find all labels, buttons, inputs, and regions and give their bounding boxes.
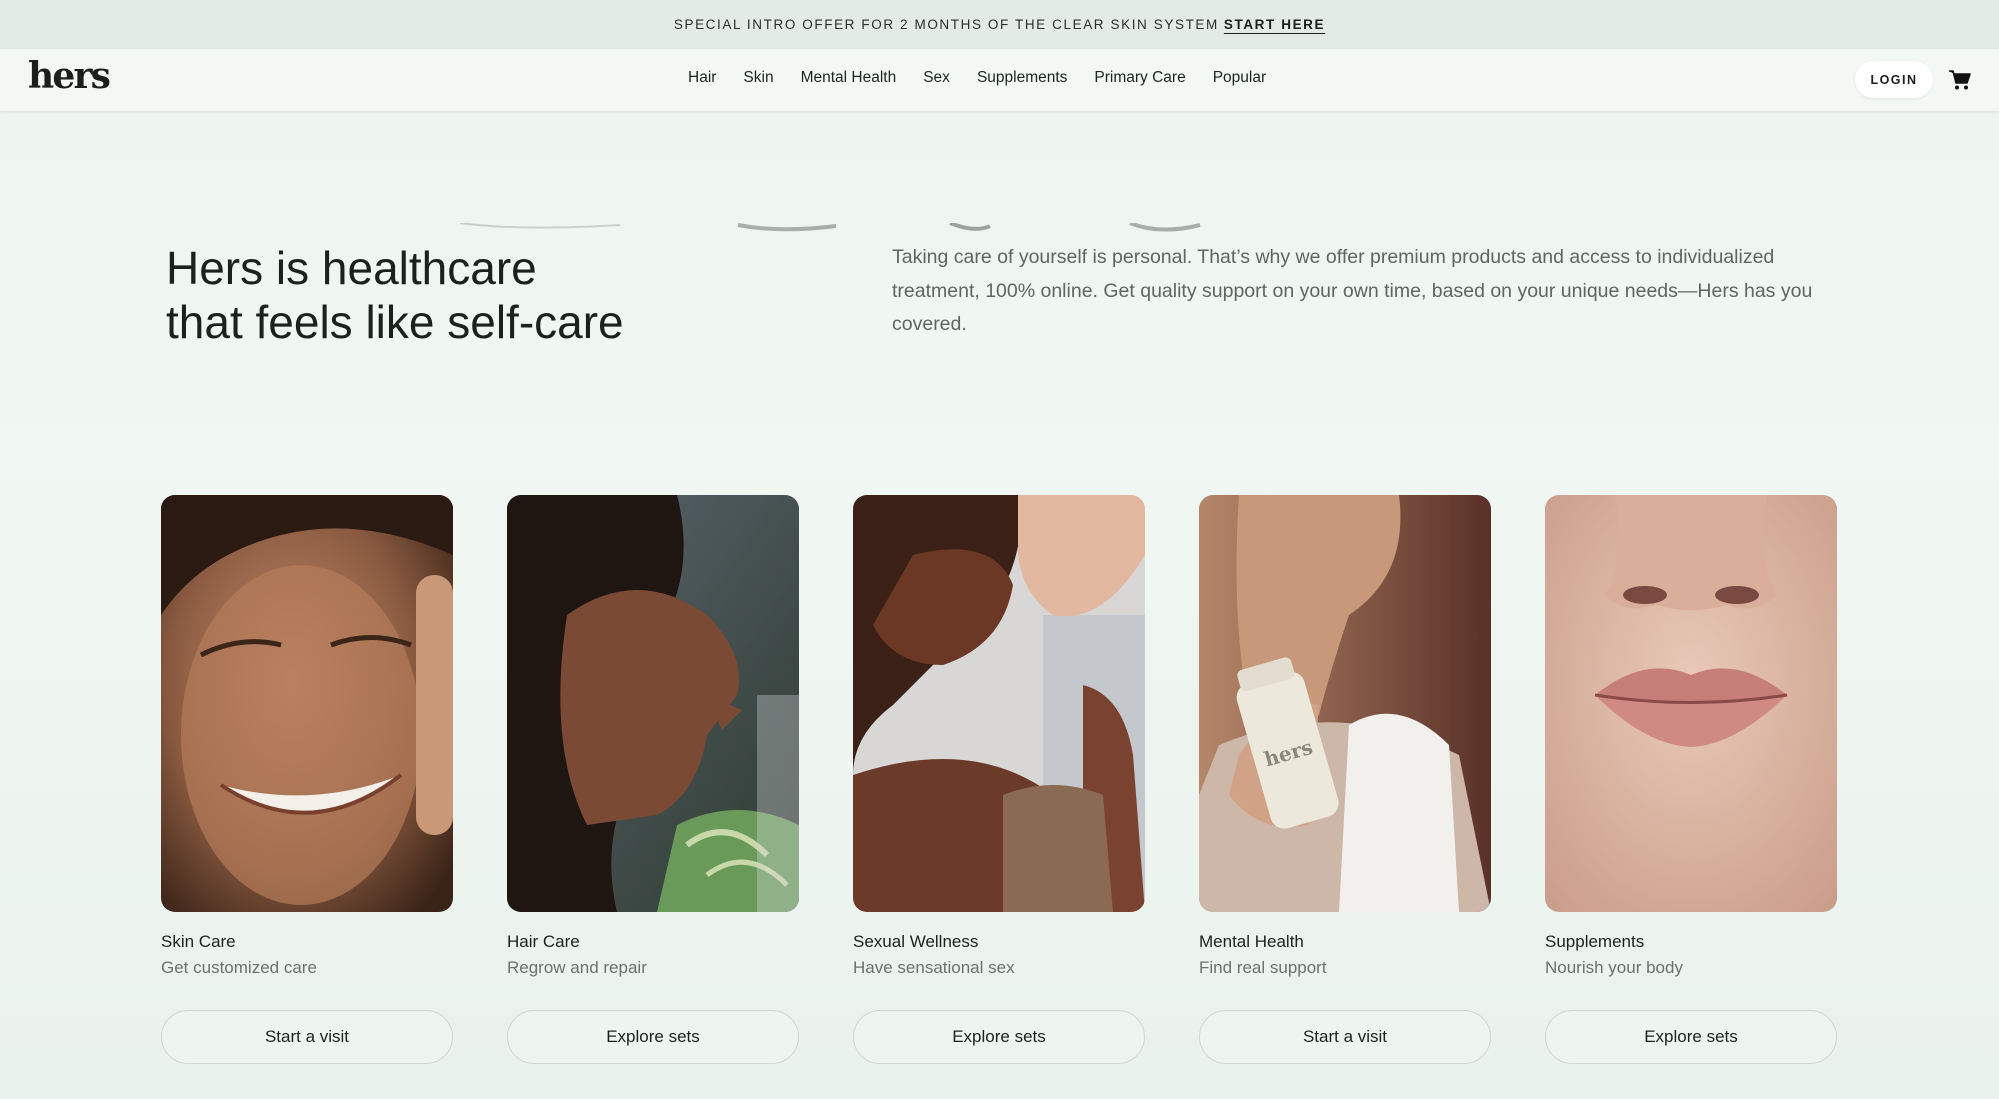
nav-item-hair[interactable]: Hair (688, 69, 716, 87)
press-logos-strip (0, 222, 1999, 234)
nav-item-primary-care[interactable]: Primary Care (1094, 69, 1185, 87)
nav-item-sex[interactable]: Sex (923, 69, 950, 87)
explore-sets-button[interactable]: Explore sets (853, 1010, 1145, 1064)
card-title: Supplements (1545, 932, 1645, 951)
card-title: Hair Care (507, 932, 580, 951)
card-subtitle: Find real support (1199, 958, 1327, 977)
hero-intro-paragraph: Taking care of yourself is personal. Tha… (892, 246, 1813, 335)
shower-profile-photo[interactable] (507, 495, 799, 912)
cart-icon[interactable] (1948, 69, 1972, 91)
nav-item-skin[interactable]: Skin (743, 69, 773, 87)
category-card-mental-health: hers Mental Health Find real support Sta… (1199, 495, 1491, 1064)
smiling-face-photo[interactable] (161, 495, 453, 912)
nav-menu: Hair Skin Mental Health Sex Supplements … (688, 69, 1266, 87)
start-here-link[interactable]: START HERE (1224, 17, 1325, 32)
nav-item-popular[interactable]: Popular (1213, 69, 1266, 87)
category-card-skin-care: Skin Care Get customized care Start a vi… (161, 495, 453, 1064)
nav-item-supplements[interactable]: Supplements (977, 69, 1067, 87)
card-subtitle: Get customized care (161, 958, 317, 977)
explore-sets-button[interactable]: Explore sets (507, 1010, 799, 1064)
explore-sets-button[interactable]: Explore sets (1545, 1010, 1837, 1064)
headline-line-1: Hers is healthcare (166, 242, 537, 294)
hero-headline: Hers is healthcare that feels like self-… (166, 241, 726, 349)
start-a-visit-button[interactable]: Start a visit (161, 1010, 453, 1064)
card-subtitle: Have sensational sex (853, 958, 1015, 977)
lips-closeup-photo[interactable] (1545, 495, 1837, 912)
category-card-sexual-wellness: Sexual Wellness Have sensational sex Exp… (853, 495, 1145, 1064)
start-a-visit-button[interactable]: Start a visit (1199, 1010, 1491, 1064)
hers-logo[interactable]: hers (28, 55, 111, 97)
card-title: Skin Care (161, 932, 236, 951)
login-button[interactable]: LOGIN (1855, 61, 1933, 98)
card-title: Sexual Wellness (853, 932, 979, 951)
bottle-in-hand-photo[interactable]: hers (1199, 495, 1491, 912)
headline-line-2: that feels like self-care (166, 296, 624, 348)
announcement-bar: SPECIAL INTRO OFFER FOR 2 MONTHS OF THE … (0, 0, 1999, 49)
nav-item-mental-health[interactable]: Mental Health (801, 69, 897, 87)
card-subtitle: Nourish your body (1545, 958, 1683, 977)
card-subtitle: Regrow and repair (507, 958, 647, 977)
category-card-hair-care: Hair Care Regrow and repair Explore sets (507, 495, 799, 1064)
main-navigation: hers Hair Skin Mental Health Sex Supplem… (0, 49, 1999, 111)
announcement-text: SPECIAL INTRO OFFER FOR 2 MONTHS OF THE … (673, 17, 1219, 32)
category-card-supplements: Supplements Nourish your body Explore se… (1545, 495, 1837, 1064)
couple-kiss-photo[interactable] (853, 495, 1145, 912)
card-title: Mental Health (1199, 932, 1304, 951)
main-content: Hers is healthcare that feels like self-… (0, 111, 1999, 1099)
